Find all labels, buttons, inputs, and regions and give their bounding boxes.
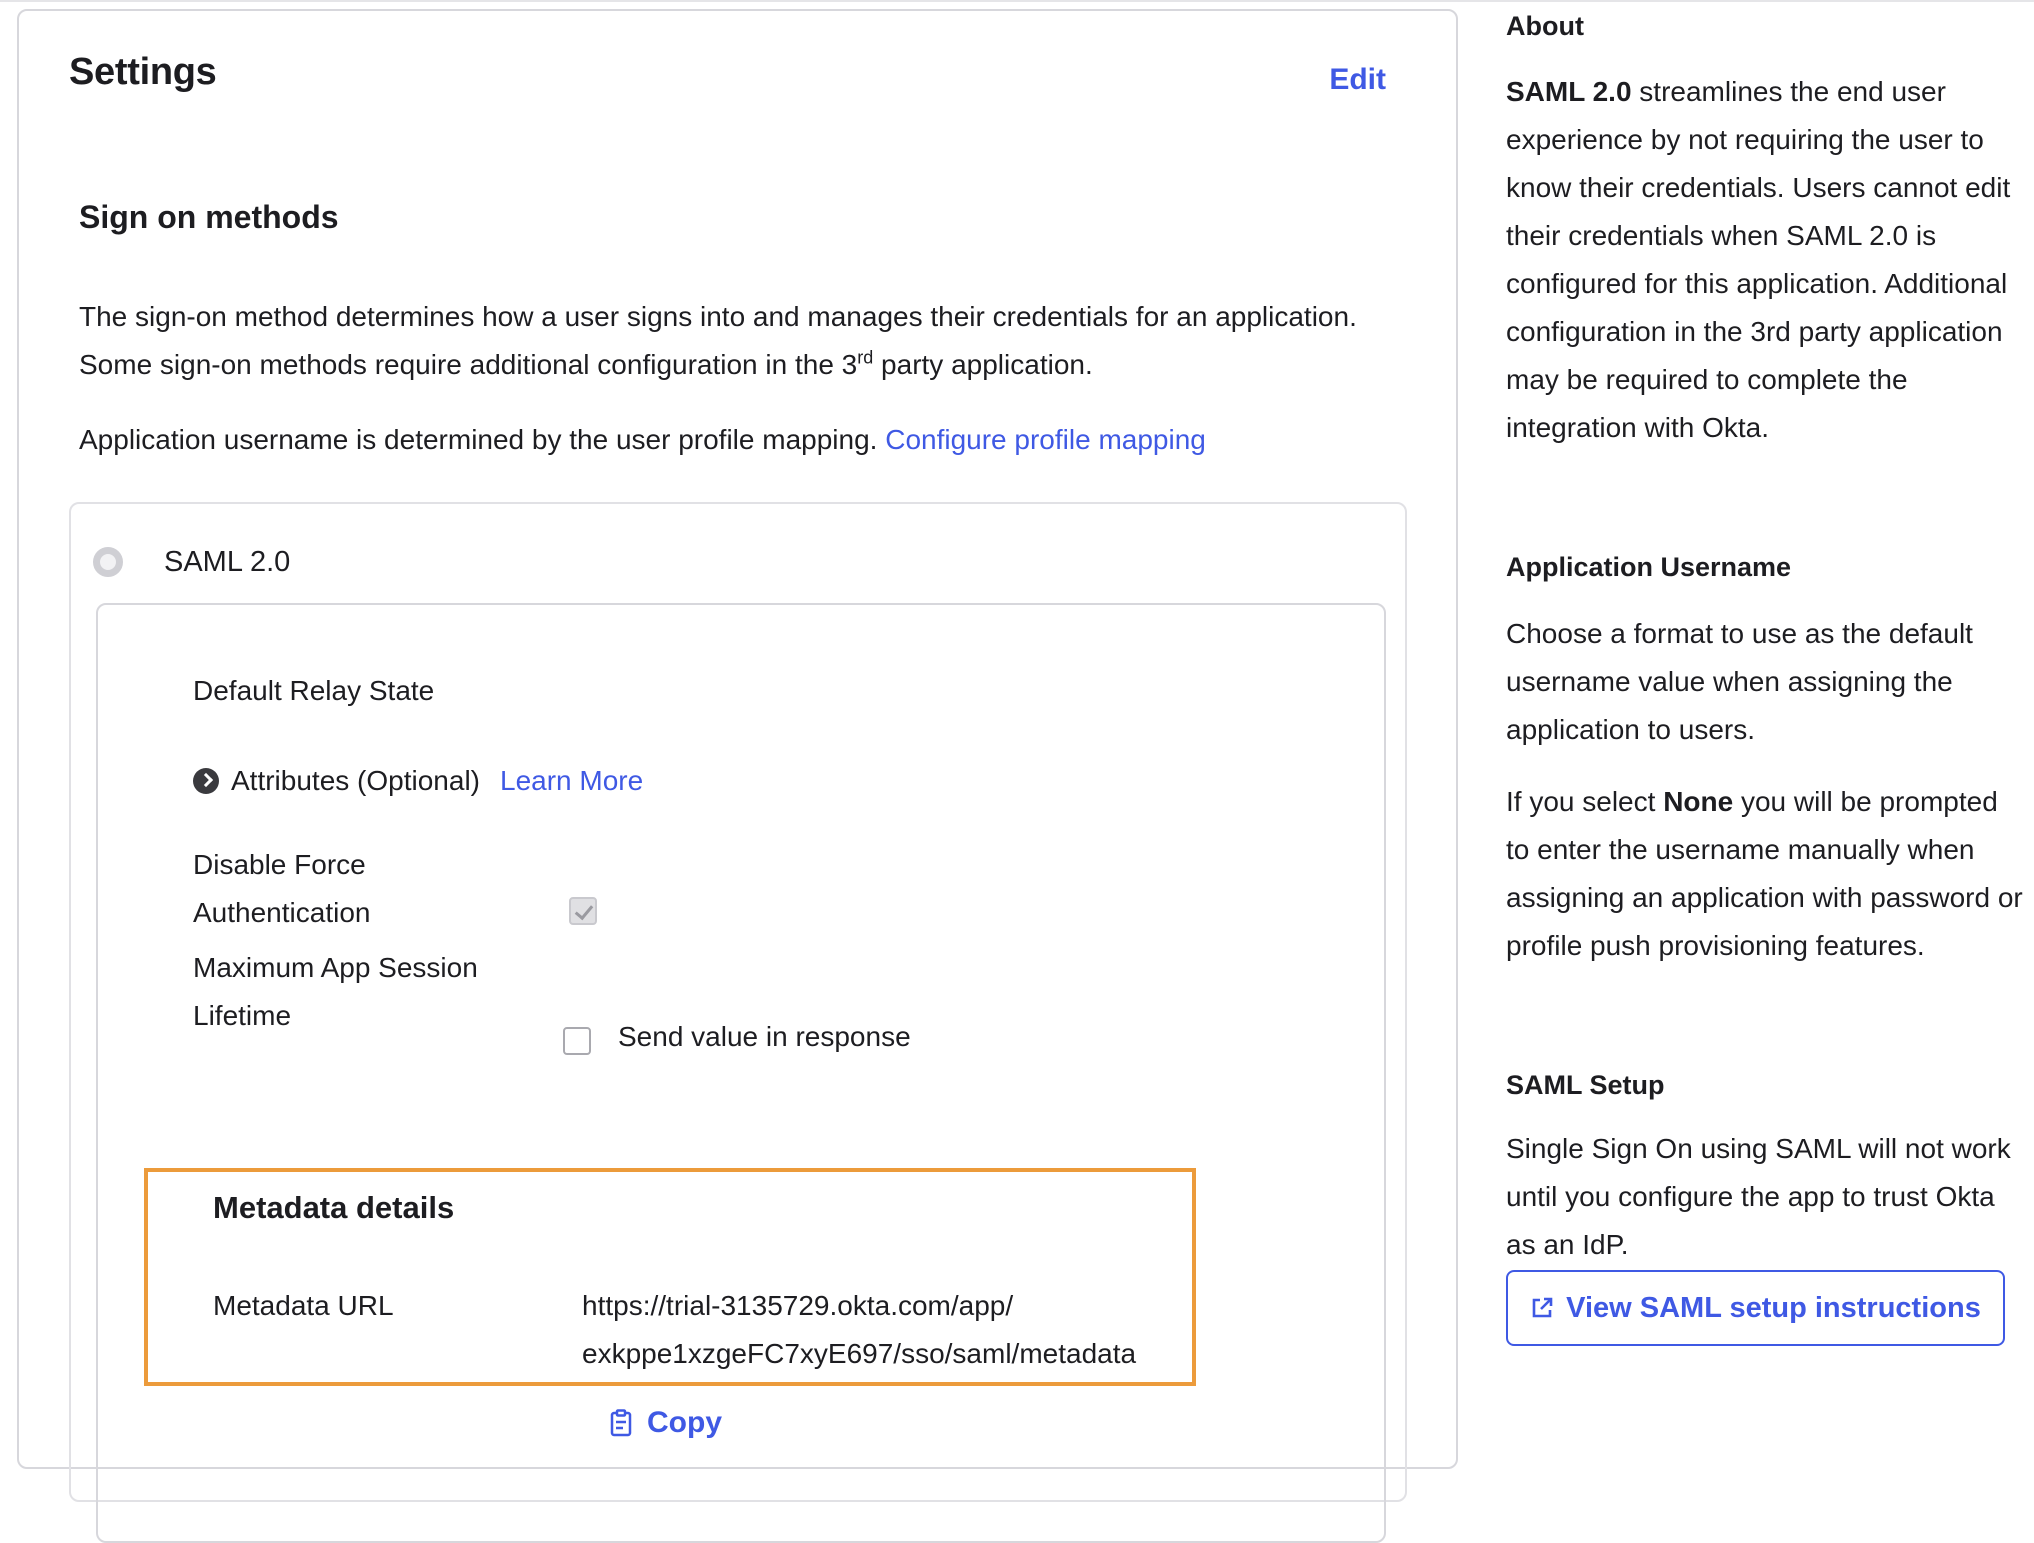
chevron-right-icon xyxy=(193,768,219,794)
profile-mapping-text: Application username is determined by th… xyxy=(79,424,1206,455)
attributes-toggle[interactable]: Attributes (Optional) Learn More xyxy=(193,757,643,805)
disable-force-auth-label: Disable Force Authentication xyxy=(193,849,371,928)
metadata-details-title: Metadata details xyxy=(213,1190,455,1225)
send-value-label: Send value in response xyxy=(618,1021,911,1052)
saml-method-label: SAML 2.0 xyxy=(164,546,291,578)
copy-label: Copy xyxy=(647,1406,722,1439)
clipboard-icon xyxy=(610,1409,632,1437)
application-username-text: Choose a format to use as the default us… xyxy=(1506,618,1973,745)
view-saml-setup-instructions-button[interactable]: View SAML setup instructions xyxy=(1506,1270,2005,1346)
saml-settings-card: Default Relay State Attributes (Optional… xyxy=(96,603,1386,1543)
application-username-title: Application Username xyxy=(1506,552,1792,582)
saml-setup-text: Single Sign On using SAML will not work … xyxy=(1506,1133,2011,1260)
settings-panel: Settings Edit Sign on methods The sign-o… xyxy=(17,9,1458,1543)
setup-button-label: View SAML setup instructions xyxy=(1566,1291,1981,1324)
metadata-url-label: Metadata URL xyxy=(213,1290,394,1321)
saml-setup-title: SAML Setup xyxy=(1506,1070,1665,1100)
max-session-lifetime-label: Maximum App Session Lifetime xyxy=(193,952,478,1031)
about-saml-text: SAML 2.0 streamlines the end user experi… xyxy=(1506,76,2011,443)
external-link-icon xyxy=(1532,1297,1553,1318)
edit-button[interactable]: Edit xyxy=(1329,63,1386,97)
top-divider xyxy=(0,0,2034,6)
default-relay-state-label: Default Relay State xyxy=(193,675,435,706)
disable-force-auth-checkbox[interactable] xyxy=(569,897,597,925)
attributes-label: Attributes (Optional) xyxy=(231,765,480,796)
configure-profile-mapping-link[interactable]: Configure profile mapping xyxy=(885,424,1206,455)
none-option-text: If you select None you will be prompted … xyxy=(1506,786,2023,961)
send-value-checkbox[interactable] xyxy=(563,1027,591,1055)
metadata-url-value: https://trial-3135729.okta.com/app/ exkp… xyxy=(582,1290,1137,1369)
sign-on-description: The sign-on method determines how a user… xyxy=(79,301,1357,380)
metadata-details-box: Metadata details Metadata URL https://tr… xyxy=(144,1168,1196,1386)
copy-button[interactable]: Copy xyxy=(609,1406,722,1440)
sign-on-methods-title: Sign on methods xyxy=(79,199,339,235)
saml-radio[interactable] xyxy=(93,547,123,577)
about-title: About xyxy=(1506,11,1584,41)
settings-title: Settings xyxy=(69,51,217,93)
learn-more-link[interactable]: Learn More xyxy=(500,757,643,805)
